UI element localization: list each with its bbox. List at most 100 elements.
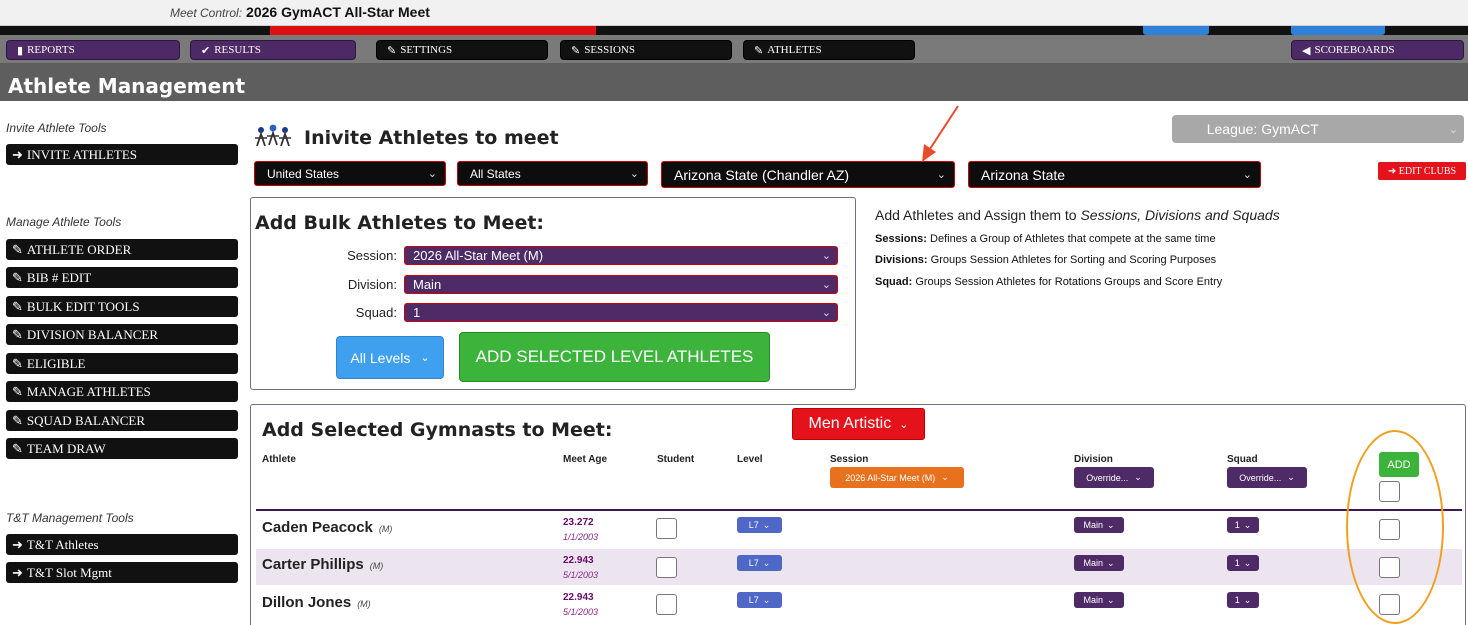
sidebar-item-athlete-order[interactable]: ✎ ATHLETE ORDER <box>6 239 238 260</box>
all-levels-select[interactable]: All Levels ⌄ <box>336 336 444 379</box>
country-select-value: United States <box>267 166 340 181</box>
session-override-select[interactable]: 2026 All-Star Meet (M) ⌄ <box>830 467 964 488</box>
pencil-icon: ✎ <box>12 241 23 257</box>
sidebar-item-label: SQUAD BALANCER <box>26 412 145 428</box>
country-select[interactable]: United States ⌄ <box>254 161 446 186</box>
blue-strip-button-2[interactable] <box>1291 26 1385 35</box>
check-icon: ✔ <box>201 44 211 57</box>
chevron-down-icon: ⌄ <box>1106 594 1115 605</box>
state-select[interactable]: All States ⌄ <box>457 161 648 186</box>
league-select[interactable]: League: GymACT ⌄ <box>1172 115 1464 143</box>
chevron-down-icon: ⌄ <box>1106 557 1115 568</box>
bulk-division-select[interactable]: Main ⌄ <box>404 275 838 294</box>
nav-settings-button[interactable]: ✎ SETTINGS <box>376 40 548 60</box>
info-divisions: Divisions: Groups Session Athletes for S… <box>875 254 1216 266</box>
sidebar-item-label: T&T Slot Mgmt <box>26 564 112 580</box>
sidebar-item-team-draw[interactable]: ✎ TEAM DRAW <box>6 438 238 459</box>
level-select[interactable]: L7 ⌄ <box>737 592 782 608</box>
squad-override-select[interactable]: Override... ⌄ <box>1227 467 1307 488</box>
squad-select[interactable]: 1 ⌄ <box>1227 592 1259 608</box>
chevron-down-icon: ⌄ <box>629 168 639 180</box>
chevron-down-icon: ⌄ <box>420 352 430 364</box>
division-value: Main <box>1083 595 1103 605</box>
sidebar-item-division-balancer[interactable]: ✎ DIVISION BALANCER <box>6 324 238 345</box>
division-override-select[interactable]: Override... ⌄ <box>1074 467 1154 488</box>
sidebar-tt-heading: T&T Management Tools <box>6 511 134 525</box>
info-heading-text: Add Athletes and Assign them to <box>875 207 1081 223</box>
info-sessions: Sessions: Defines a Group of Athletes th… <box>875 233 1216 245</box>
pencil-icon: ✎ <box>754 44 764 57</box>
sidebar-item-manage-athletes[interactable]: ✎ MANAGE ATHLETES <box>6 381 238 402</box>
meet-age: 23.272 <box>563 517 594 528</box>
nav-athletes-button[interactable]: ✎ ATHLETES <box>743 40 915 60</box>
selected-title: Add Selected Gymnasts to Meet: <box>262 419 613 441</box>
student-checkbox[interactable] <box>656 518 677 539</box>
athlete-gender: (M) <box>369 561 384 571</box>
blue-strip-button-1[interactable] <box>1143 26 1209 35</box>
sidebar-item-tt-slot-mgmt[interactable]: ➜ T&T Slot Mgmt <box>6 562 238 583</box>
col-session: Session <box>830 454 869 465</box>
chevron-down-icon: ⌄ <box>1287 472 1295 482</box>
bulk-title: Add Bulk Athletes to Meet: <box>255 212 545 234</box>
sidebar-item-label: T&T Athletes <box>26 536 99 552</box>
chevron-down-icon: ⌄ <box>1243 557 1252 568</box>
chevron-down-icon: ⌄ <box>1243 594 1252 605</box>
bulk-session-select[interactable]: 2026 All-Star Meet (M) ⌄ <box>404 246 838 265</box>
division-select[interactable]: Main ⌄ <box>1074 592 1124 608</box>
chevron-down-icon: ⌄ <box>821 250 831 262</box>
meet-age: 22.943 <box>563 592 594 603</box>
squad-value: 1 <box>1234 595 1240 605</box>
squad-select[interactable]: 1 ⌄ <box>1227 555 1259 571</box>
col-division: Division <box>1074 454 1113 465</box>
division-label: Division: <box>347 277 397 292</box>
chevron-down-icon: ⌄ <box>762 594 771 605</box>
chevron-down-icon: ⌄ <box>941 472 949 482</box>
athlete-name: Caden Peacock (M) <box>262 519 392 536</box>
student-checkbox[interactable] <box>656 594 677 615</box>
edit-clubs-label: EDIT CLUBS <box>1398 165 1457 177</box>
division-select[interactable]: Main ⌄ <box>1074 517 1124 533</box>
chevron-down-icon: ⌄ <box>899 418 909 431</box>
pencil-icon: ✎ <box>12 355 23 371</box>
level-select[interactable]: L7 ⌄ <box>737 555 782 571</box>
nav-results-label: RESULTS <box>214 44 261 56</box>
team-select[interactable]: Arizona State ⌄ <box>968 161 1261 188</box>
chevron-down-icon: ⌄ <box>821 307 831 319</box>
sidebar-item-invite-athletes[interactable]: ➜ INVITE ATHLETES <box>6 144 238 165</box>
nav-scoreboards-button[interactable]: ◀ SCOREBOARDS <box>1291 40 1464 60</box>
add-selected-level-athletes-button[interactable]: ADD SELECTED LEVEL ATHLETES <box>459 332 770 382</box>
squad-select[interactable]: 1 ⌄ <box>1227 517 1259 533</box>
squad-value: 1 <box>1234 558 1240 568</box>
sidebar-item-bulk-edit-tools[interactable]: ✎ BULK EDIT TOOLS <box>6 296 238 317</box>
arrow-right-icon: ➜ <box>1387 165 1399 177</box>
sidebar-item-squad-balancer[interactable]: ✎ SQUAD BALANCER <box>6 410 238 431</box>
info-heading-emphasis: Sessions, Divisions and Squads <box>1080 207 1280 223</box>
chevron-down-icon: ⌄ <box>762 557 771 568</box>
discipline-select[interactable]: Men Artistic ⌄ <box>792 408 925 440</box>
info-text: Groups Session Athletes for Sorting and … <box>927 254 1217 266</box>
sidebar-item-tt-athletes[interactable]: ➜ T&T Athletes <box>6 534 238 555</box>
student-checkbox[interactable] <box>656 557 677 578</box>
sidebar-item-bib-edit[interactable]: ✎ BIB # EDIT <box>6 267 238 288</box>
club-select[interactable]: Arizona State (Chandler AZ) ⌄ <box>661 161 955 188</box>
nav-reports-button[interactable]: ▮ REPORTS <box>6 40 180 60</box>
pencil-icon: ✎ <box>12 440 23 456</box>
bulk-squad-select[interactable]: 1 ⌄ <box>404 303 838 322</box>
nav-sessions-button[interactable]: ✎ SESSIONS <box>560 40 732 60</box>
nav-sessions-label: SESSIONS <box>584 44 635 56</box>
sidebar-item-label: MANAGE ATHLETES <box>26 383 151 399</box>
nav-results-button[interactable]: ✔ RESULTS <box>190 40 356 60</box>
division-select[interactable]: Main ⌄ <box>1074 555 1124 571</box>
sidebar-invite-heading: Invite Athlete Tools <box>6 121 107 135</box>
red-strip-button[interactable] <box>270 26 596 35</box>
athletes-group-icon <box>253 124 293 153</box>
table-header-divider <box>256 509 1462 511</box>
birth-date: 5/1/2003 <box>563 607 599 617</box>
division-override-value: Override... <box>1086 472 1129 483</box>
level-select[interactable]: L7 ⌄ <box>737 517 782 533</box>
edit-clubs-button[interactable]: ➜ EDIT CLUBS <box>1378 162 1466 180</box>
table-row <box>256 549 1462 585</box>
sidebar-item-eligible[interactable]: ✎ ELIGIBLE <box>6 353 238 374</box>
info-text: Defines a Group of Athletes that compete… <box>926 233 1216 245</box>
pencil-icon: ✎ <box>571 44 581 57</box>
